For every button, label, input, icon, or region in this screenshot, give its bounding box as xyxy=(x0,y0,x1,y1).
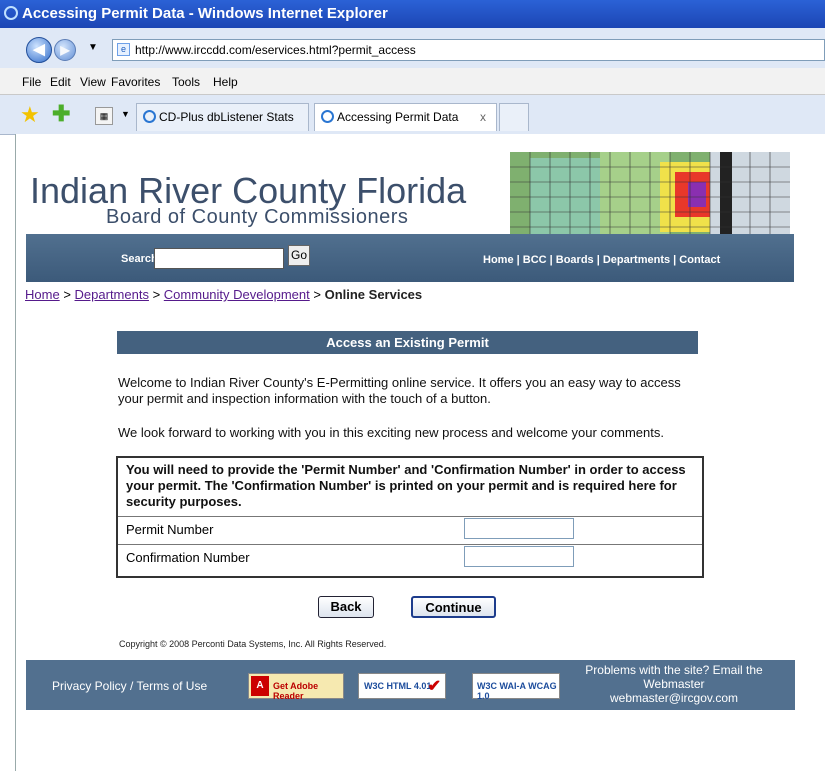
search-label: Search xyxy=(121,253,158,265)
site-subtitle: Board of County Commissioners xyxy=(106,206,409,228)
breadcrumb-separator: > xyxy=(63,287,71,302)
ie-tab-icon xyxy=(143,110,156,123)
privacy-terms-link[interactable]: Privacy Policy / Terms of Use xyxy=(52,679,207,693)
adobe-logo-icon: A xyxy=(251,676,269,696)
problems-text: Problems with the site? Email the Webmas… xyxy=(585,663,763,691)
quick-tabs-icon[interactable]: ▦ xyxy=(95,107,113,125)
menu-file[interactable]: File xyxy=(22,75,41,89)
ie-logo-icon xyxy=(4,6,18,20)
adobe-reader-badge[interactable]: A Get Adobe Reader xyxy=(248,673,344,701)
close-tab-icon[interactable]: x xyxy=(480,104,486,130)
back-arrow-icon[interactable]: ◀ xyxy=(26,37,52,63)
webmaster-contact: Problems with the site? Email the Webmas… xyxy=(562,663,786,705)
confirmation-number-row: Confirmation Number xyxy=(118,544,702,569)
breadcrumb-departments-link[interactable]: Departments xyxy=(75,287,149,302)
county-map-image xyxy=(510,152,790,242)
menu-tools[interactable]: Tools xyxy=(172,75,200,89)
permit-access-form: You will need to provide the 'Permit Num… xyxy=(116,456,704,578)
favorites-star-icon[interactable]: ★ xyxy=(20,102,40,128)
back-button[interactable]: Back xyxy=(318,596,374,618)
menu-help[interactable]: Help xyxy=(213,75,238,89)
breadcrumb-separator: > xyxy=(313,287,321,302)
site-nav-links[interactable]: Home | BCC | Boards | Departments | Cont… xyxy=(483,254,720,266)
add-favorites-icon[interactable]: ✚ xyxy=(52,101,70,127)
menu-edit[interactable]: Edit xyxy=(50,75,71,89)
forward-arrow-icon[interactable]: ▶ xyxy=(54,39,76,61)
address-url: http://www.irccdd.com/eservices.html?per… xyxy=(135,43,416,57)
address-bar[interactable]: e http://www.irccdd.com/eservices.html?p… xyxy=(112,39,825,61)
permit-number-input[interactable] xyxy=(464,518,574,539)
search-go-button[interactable]: Go xyxy=(288,245,310,266)
history-dropdown-icon[interactable]: ▼ xyxy=(88,42,98,53)
tab-bar: ★ ✚ ▦ ▼ CD-Plus dbListener Stats Accessi… xyxy=(0,95,825,135)
menu-favorites[interactable]: Favorites xyxy=(111,75,160,89)
tab-accessing-permit[interactable]: Accessing Permit Data x xyxy=(314,103,497,131)
site-footer: Privacy Policy / Terms of Use A Get Adob… xyxy=(26,660,795,710)
breadcrumb-current: Online Services xyxy=(324,287,423,302)
window-title: Accessing Permit Data - Windows Internet… xyxy=(22,5,388,22)
menu-view[interactable]: View xyxy=(80,75,106,89)
permit-number-label: Permit Number xyxy=(126,522,214,537)
address-toolbar: ◀ ▶ ▼ e http://www.irccdd.com/eservices.… xyxy=(0,28,825,68)
adobe-badge-text: Get Adobe Reader xyxy=(273,681,319,701)
confirmation-number-label: Confirmation Number xyxy=(126,550,250,565)
site-search-bar: Search Go Home | BCC | Boards | Departme… xyxy=(26,234,794,282)
tab-cd-plus[interactable]: CD-Plus dbListener Stats xyxy=(136,103,309,131)
page-content: Indian River County Florida Board of Cou… xyxy=(15,134,825,771)
w3c-wai-text: W3C WAI-A WCAG 1.0 xyxy=(477,681,557,701)
map-graphic xyxy=(510,152,790,242)
copyright-text: Copyright © 2008 Perconti Data Systems, … xyxy=(119,639,387,649)
ie-tab-icon xyxy=(321,110,334,123)
window-title-bar[interactable]: Accessing Permit Data - Windows Internet… xyxy=(0,0,825,28)
welcome-text: Welcome to Indian River County's E-Permi… xyxy=(118,375,681,406)
panel-heading: Access an Existing Permit xyxy=(117,331,698,354)
webmaster-email-link[interactable]: webmaster@ircgov.com xyxy=(562,691,786,705)
w3c-html-badge[interactable]: W3C HTML 4.01 ✔ xyxy=(358,673,446,699)
search-input[interactable] xyxy=(154,248,284,269)
page-favicon-icon: e xyxy=(117,43,130,56)
breadcrumb: Home > Departments > Community Developme… xyxy=(25,287,422,302)
w3c-html-text: W3C HTML 4.01 xyxy=(364,681,432,691)
form-instructions: You will need to provide the 'Permit Num… xyxy=(126,462,686,509)
forward-text: We look forward to working with you in t… xyxy=(118,425,664,440)
breadcrumb-community-link[interactable]: Community Development xyxy=(164,287,310,302)
permit-number-row: Permit Number xyxy=(118,516,702,541)
menu-bar: File Edit View Favorites Tools Help xyxy=(0,68,825,95)
tab-accessing-permit-label: Accessing Permit Data xyxy=(337,110,459,124)
continue-button[interactable]: Continue xyxy=(411,596,496,618)
tab-cd-plus-label: CD-Plus dbListener Stats xyxy=(159,110,294,124)
tab-list-dropdown-icon[interactable]: ▼ xyxy=(121,109,130,119)
checkmark-icon: ✔ xyxy=(427,678,441,695)
confirmation-number-input[interactable] xyxy=(464,546,574,567)
breadcrumb-home-link[interactable]: Home xyxy=(25,287,60,302)
w3c-wai-badge[interactable]: W3C WAI-A WCAG 1.0 xyxy=(472,673,560,701)
breadcrumb-separator: > xyxy=(152,287,161,302)
new-tab-button[interactable] xyxy=(499,103,529,131)
